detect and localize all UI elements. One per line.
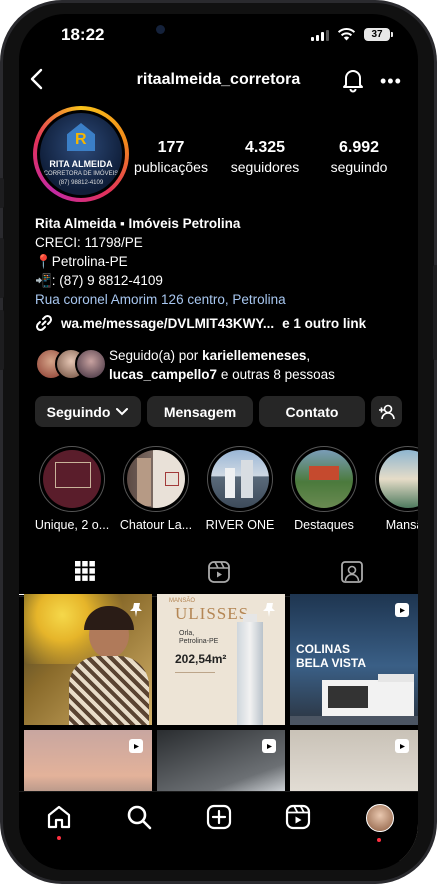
create-post-icon[interactable] xyxy=(206,804,232,830)
following-button[interactable]: Seguindo xyxy=(35,396,141,427)
pin-icon xyxy=(263,603,275,617)
add-user-button[interactable] xyxy=(371,396,402,427)
home-icon[interactable] xyxy=(46,804,72,830)
bell-icon[interactable] xyxy=(341,67,365,93)
stat-followers[interactable]: 4.325 seguidores xyxy=(215,139,315,175)
pin-icon xyxy=(130,603,142,617)
reel-icon xyxy=(395,603,409,617)
reels-icon[interactable] xyxy=(285,804,311,830)
reel-icon xyxy=(129,739,143,753)
stat-posts[interactable]: 177 publicações xyxy=(121,139,221,175)
search-icon[interactable] xyxy=(126,804,152,830)
chevron-down-icon xyxy=(116,407,129,415)
tagged-tab-icon[interactable] xyxy=(340,560,364,584)
bio-location: 📍Petrolina-PE xyxy=(35,254,128,269)
highlight-destaques[interactable]: Destaques xyxy=(284,446,364,532)
external-links[interactable]: wa.me/message/DVLMIT43KWY... e 1 outro l… xyxy=(35,314,366,332)
bio-phone: 📲: (87) 9 8812-4109 xyxy=(35,273,163,288)
post-tile[interactable]: COLINAS BELA VISTA xyxy=(290,594,418,725)
bio-creci: CRECI: 11798/PE xyxy=(35,235,143,250)
volume-down-button xyxy=(0,310,4,370)
screen: 18:22 37 ritaalmeida_corretora ••• R RIT… xyxy=(19,14,418,870)
signal-icon xyxy=(311,30,329,41)
profile-tabs xyxy=(19,550,418,597)
avatar[interactable]: R RITA ALMEIDA CORRETORA DE IMÓVEIS (87)… xyxy=(37,110,125,198)
top-nav: ritaalmeida_corretora ••• xyxy=(19,66,418,96)
mute-switch xyxy=(0,178,4,208)
followed-by-text: Seguido(a) por kariellemeneses, lucas_ca… xyxy=(109,348,335,382)
highlight-mansao[interactable]: Mansão xyxy=(368,446,418,532)
bottom-nav xyxy=(19,791,418,870)
message-button[interactable]: Mensagem xyxy=(147,396,253,427)
story-highlights: Unique, 2 o... Chatour La... RIVER ONE D… xyxy=(32,446,418,536)
home-notification-dot xyxy=(57,836,61,840)
link-icon xyxy=(35,314,53,332)
follower-avatar xyxy=(75,348,107,380)
bio-address-link[interactable]: Rua coronel Amorim 126 centro, Petrolina xyxy=(35,290,286,309)
brand-logo-icon: R xyxy=(67,123,95,151)
contact-button[interactable]: Contato xyxy=(259,396,365,427)
volume-up-button xyxy=(0,238,4,298)
highlight-river-one[interactable]: RIVER ONE xyxy=(200,446,280,532)
link-more[interactable]: e 1 outro link xyxy=(282,316,366,331)
link-main[interactable]: wa.me/message/DVLMIT43KWY... xyxy=(61,316,274,331)
highlight-chatour[interactable]: Chatour La... xyxy=(116,446,196,532)
profile-bio: Rita Almeida ▪ Imóveis Petrolina CRECI: … xyxy=(35,214,286,309)
post-tile[interactable] xyxy=(24,594,152,725)
reel-icon xyxy=(395,739,409,753)
stat-following[interactable]: 6.992 seguindo xyxy=(309,139,409,175)
more-options-icon[interactable]: ••• xyxy=(380,71,402,92)
highlight-unique[interactable]: Unique, 2 o... xyxy=(32,446,112,532)
grid-tab-icon[interactable] xyxy=(74,560,96,582)
reel-icon xyxy=(262,739,276,753)
wifi-icon xyxy=(337,28,356,41)
front-camera xyxy=(156,25,165,34)
power-button xyxy=(433,265,437,360)
add-person-icon xyxy=(378,404,395,419)
reels-tab-icon[interactable] xyxy=(207,560,231,584)
post-tile[interactable]: MANSÃO ULISSES Orla, Petrolina-PE 202,54… xyxy=(157,594,285,725)
battery-icon: 37 xyxy=(364,28,393,41)
profile-notification-dot xyxy=(377,838,381,842)
profile-name: Rita Almeida ▪ Imóveis Petrolina xyxy=(35,216,241,231)
profile-actions: Seguindo Mensagem Contato xyxy=(35,396,402,427)
profile-avatar-icon[interactable] xyxy=(366,804,394,832)
status-time: 18:22 xyxy=(61,25,105,44)
